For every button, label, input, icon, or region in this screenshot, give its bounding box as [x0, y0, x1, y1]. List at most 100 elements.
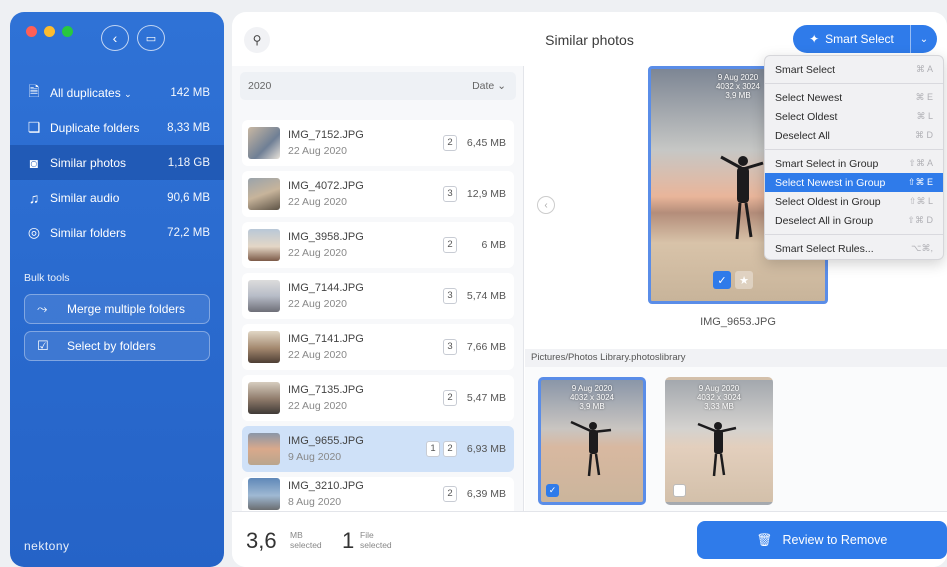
- menu-item-select-oldest[interactable]: Select Oldest ⌘ L: [765, 107, 943, 126]
- menu-item-shortcut: ⌘ L: [916, 111, 933, 121]
- duplicate-count-badge: 2: [443, 237, 457, 253]
- photo-thumbnail: [248, 478, 280, 510]
- file-size: 5,47 MB: [466, 392, 506, 404]
- sidebar-toggle-button[interactable]: ▭: [137, 25, 165, 51]
- merge-folders-button[interactable]: ⤳ Merge multiple folders: [24, 294, 210, 324]
- file-name: IMG_3210.JPG: [288, 480, 364, 492]
- group-photo-thumbnail[interactable]: 9 Aug 2020 4032 x 3024 3,9 MB ✓: [538, 377, 646, 505]
- file-size: 6,45 MB: [466, 137, 506, 149]
- sidebar-item-duplicate-folders[interactable]: ❏ Duplicate folders 8,33 MB: [10, 110, 224, 145]
- list-item[interactable]: IMG_7135.JPG 22 Aug 2020 2 5,47 MB: [242, 375, 514, 421]
- selected-size-label: selected: [290, 540, 322, 550]
- list-item-selected[interactable]: IMG_9655.JPG 9 Aug 2020 1 2 6,93 MB: [242, 426, 514, 472]
- select-by-folders-button[interactable]: ☑ Select by folders: [24, 331, 210, 361]
- window-controls: [26, 26, 73, 37]
- sort-dropdown[interactable]: Date ⌄: [472, 80, 506, 92]
- menu-item-label: Deselect All: [775, 129, 830, 142]
- list-group-header: 2020 Date ⌄: [240, 72, 516, 100]
- list-item[interactable]: IMG_4072.JPG 22 Aug 2020 3 12,9 MB: [242, 171, 514, 217]
- photo-thumbnail: [248, 331, 280, 363]
- review-to-remove-label: Review to Remove: [782, 533, 888, 547]
- selected-files-value: 1: [342, 528, 355, 553]
- menu-item-select-newest-group[interactable]: Select Newest in Group ⇧⌘ E: [765, 173, 943, 192]
- list-item[interactable]: IMG_3958.JPG 22 Aug 2020 2 6 MB: [242, 222, 514, 268]
- menu-item-shortcut: ⌘ D: [915, 130, 933, 140]
- photo-thumbnail: [248, 178, 280, 210]
- sidebar-item-label: Similar audio: [50, 190, 120, 205]
- close-window-button[interactable]: [26, 26, 37, 37]
- file-size: 6,39 MB: [466, 488, 506, 500]
- minimize-window-button[interactable]: [44, 26, 55, 37]
- list-item[interactable]: IMG_7152.JPG 22 Aug 2020 2 6,45 MB: [242, 120, 514, 166]
- back-button[interactable]: ‹: [101, 25, 129, 51]
- smart-select-main[interactable]: ✦ Smart Select: [793, 25, 911, 53]
- menu-item-smart-select[interactable]: Smart Select ⌘ A: [765, 60, 943, 79]
- select-checkbox[interactable]: ✓: [546, 484, 559, 497]
- sidebar-item-similar-folders[interactable]: ◎ Similar folders 72,2 MB: [10, 215, 224, 250]
- selected-files-unit: File: [360, 530, 374, 540]
- favorite-button[interactable]: ★: [735, 271, 753, 289]
- select-checkbox[interactable]: ✓: [713, 271, 731, 289]
- sidebar-item-all-duplicates[interactable]: 🗎 All duplicates ⌄ 142 MB: [10, 75, 224, 110]
- file-name: IMG_7135.JPG: [288, 384, 364, 396]
- sidebar-item-size: 72,2 MB: [167, 226, 210, 239]
- group-photo-thumbnail[interactable]: 9 Aug 2020 4032 x 3024 3,33 MB: [665, 377, 773, 505]
- checkmark-icon: ✓: [717, 274, 727, 287]
- menu-item-select-newest[interactable]: Select Newest ⌘ E: [765, 88, 943, 107]
- selected-count-badge: 1: [426, 441, 440, 457]
- chevron-left-icon: ‹: [112, 30, 118, 46]
- menu-item-label: Select Oldest: [775, 110, 838, 123]
- smart-select-dropdown-toggle[interactable]: ⌄: [911, 34, 937, 45]
- sidebar-item-label: Duplicate folders: [50, 120, 140, 135]
- file-date: 22 Aug 2020: [288, 247, 347, 259]
- smart-select-menu: Smart Select ⌘ A Select Newest ⌘ E Select …: [764, 55, 944, 260]
- menu-item-deselect-all[interactable]: Deselect All ⌘ D: [765, 126, 943, 145]
- list-item[interactable]: IMG_7141.JPG 22 Aug 2020 3 7,66 MB: [242, 324, 514, 370]
- chevron-down-icon: ⌄: [919, 33, 929, 45]
- review-to-remove-button[interactable]: 🗑 Review to Remove: [697, 521, 947, 559]
- selected-size-value: 3,6: [246, 528, 277, 553]
- selected-size-unit: MB: [290, 530, 303, 540]
- photo-thumbnail: [248, 127, 280, 159]
- menu-item-shortcut: ⇧⌘ E: [907, 177, 933, 187]
- menu-item-smart-select-group[interactable]: Smart Select in Group ⇧⌘ A: [765, 154, 943, 173]
- file-date: 8 Aug 2020: [288, 496, 342, 508]
- file-date: 22 Aug 2020: [288, 298, 347, 310]
- file-date: 22 Aug 2020: [288, 196, 347, 208]
- select-checkbox[interactable]: [673, 484, 686, 497]
- chevron-left-icon: ‹: [544, 199, 548, 211]
- status-footer: 3,6 MB selected 1 File selected 🗑 Review…: [232, 511, 947, 567]
- photo-thumbnail: [248, 433, 280, 465]
- file-name: IMG_7141.JPG: [288, 333, 364, 345]
- similar-group: 9 Aug 2020 4032 x 3024 3,9 MB ✓ 9 Aug 20…: [525, 367, 947, 511]
- menu-item-select-oldest-group[interactable]: Select Oldest in Group ⇧⌘ L: [765, 192, 943, 211]
- menu-item-label: Select Newest in Group: [775, 176, 886, 189]
- smart-select-label: Smart Select: [825, 32, 894, 46]
- menu-item-shortcut: ⌘ E: [915, 92, 933, 102]
- chevron-down-icon: ⌄: [124, 88, 132, 99]
- star-icon: ★: [739, 274, 749, 287]
- chevron-down-icon: ⌄: [497, 80, 506, 92]
- sidebar-item-similar-audio[interactable]: ♫ Similar audio 90,6 MB: [10, 180, 224, 215]
- menu-item-smart-select-rules[interactable]: Smart Select Rules... ⌥⌘,: [765, 239, 943, 258]
- sidebar-item-similar-photos[interactable]: ◙ Similar photos 1,18 GB: [10, 145, 224, 180]
- file-name: IMG_4072.JPG: [288, 180, 364, 192]
- file-size: 6,93 MB: [466, 443, 506, 455]
- file-list[interactable]: 2020 Date ⌄ IMG_7152.JPG 22 Aug 2020 2 6,…: [232, 66, 524, 511]
- sidebar-item-size: 90,6 MB: [167, 191, 210, 204]
- list-item[interactable]: IMG_3210.JPG 8 Aug 2020 2 6,39 MB: [242, 477, 514, 511]
- menu-item-deselect-all-group[interactable]: Deselect All in Group ⇧⌘ D: [765, 211, 943, 230]
- smart-select-button[interactable]: ✦ Smart Select ⌄: [793, 25, 937, 53]
- sidebar-nav: 🗎 All duplicates ⌄ 142 MB ❏ Duplicate fo…: [10, 75, 224, 250]
- trash-icon: 🗑: [756, 532, 773, 547]
- zoom-window-button[interactable]: [62, 26, 73, 37]
- menu-item-label: Select Oldest in Group: [775, 195, 881, 208]
- merge-arrow-icon: ⤳: [37, 301, 48, 316]
- duplicate-count-badge: 2: [443, 486, 457, 502]
- selected-files-label: selected: [360, 540, 392, 550]
- merge-folders-label: Merge multiple folders: [67, 302, 186, 316]
- menu-item-shortcut: ⇧⌘ L: [908, 196, 933, 206]
- list-item[interactable]: IMG_7144.JPG 22 Aug 2020 3 5,74 MB: [242, 273, 514, 319]
- previous-photo-button[interactable]: ‹: [537, 196, 555, 214]
- sidebar-item-size: 1,18 GB: [167, 156, 210, 169]
